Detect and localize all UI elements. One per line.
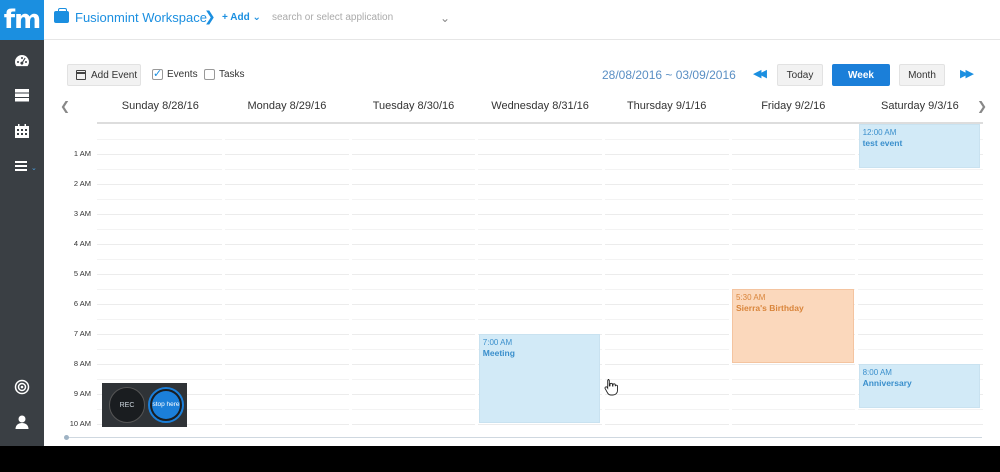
day-column-separator: [222, 124, 226, 440]
recorder-panel: REC stop here: [102, 383, 187, 427]
tasks-checkbox-box[interactable]: [204, 69, 215, 80]
add-button[interactable]: + Add ⌄: [222, 12, 261, 23]
date-range: 28/08/2016 ~ 03/09/2016: [602, 68, 736, 82]
week-view-button[interactable]: Week: [832, 64, 890, 86]
hour-line: [97, 154, 983, 155]
briefcase-icon: [54, 8, 69, 23]
hour-line: [97, 244, 983, 245]
hour-label: 8 AM: [73, 359, 91, 368]
day-header[interactable]: Tuesday 8/30/16: [350, 100, 477, 112]
calendar-icon[interactable]: [0, 116, 44, 146]
hour-label: 4 AM: [73, 239, 91, 248]
events-checkbox-box[interactable]: [152, 67, 163, 80]
calendar-event[interactable]: 5:30 AM Sierra's Birthday: [732, 289, 854, 363]
event-title: test event: [862, 138, 903, 148]
event-time: 7:00 AM: [482, 338, 513, 347]
menu-icon[interactable]: ⌄: [0, 151, 44, 181]
add-event-button[interactable]: Add Event: [67, 64, 141, 86]
half-hour-line: [97, 229, 983, 230]
scroll-left-icon[interactable]: ❮: [60, 99, 70, 113]
calendar-add-icon: [76, 70, 86, 80]
stop-button[interactable]: stop here: [148, 387, 184, 423]
tasks-label: Tasks: [219, 69, 245, 80]
chevron-down-icon: ⌄: [31, 165, 37, 172]
half-hour-line: [97, 139, 983, 140]
tasks-checkbox[interactable]: Tasks: [204, 69, 245, 80]
calendar-content: Add Event Events Tasks 28/08/2016 ~ 03/0…: [44, 40, 1000, 446]
event-time: 5:30 AM: [736, 293, 766, 302]
today-button[interactable]: Today: [777, 64, 823, 86]
day-column-separator: [728, 124, 732, 440]
hour-label: 5 AM: [73, 269, 91, 278]
server-icon[interactable]: [0, 80, 44, 110]
timeline-marker: [64, 435, 69, 440]
chevron-down-icon[interactable]: ⌄: [440, 11, 450, 25]
hour-label: 9 AM: [73, 389, 91, 398]
hour-line: [97, 214, 983, 215]
record-button[interactable]: REC: [109, 387, 145, 423]
hour-line: [97, 424, 983, 425]
hour-label: 1 AM: [73, 149, 91, 158]
application-search-input[interactable]: search or select application: [272, 12, 452, 23]
hour-label: 7 AM: [73, 329, 91, 338]
event-time: 8:00 AM: [862, 368, 892, 377]
hour-label: 3 AM: [73, 209, 91, 218]
chevron-right-icon[interactable]: ❯: [204, 8, 216, 25]
hour-label: 2 AM: [73, 179, 91, 188]
calendar-event[interactable]: 8:00 AM Anniversary: [858, 364, 981, 408]
hand-cursor-icon: [604, 379, 618, 396]
event-title: Meeting: [482, 348, 515, 358]
previous-week-icon[interactable]: ◀◀: [753, 67, 767, 80]
event-title: Sierra's Birthday: [736, 303, 804, 313]
events-label: Events: [167, 69, 198, 80]
events-checkbox[interactable]: Events: [152, 67, 198, 80]
day-header[interactable]: Thursday 9/1/16: [603, 100, 730, 112]
user-icon[interactable]: [0, 407, 44, 437]
workspace-title[interactable]: Fusionmint Workspace: [75, 10, 207, 25]
day-header[interactable]: Friday 9/2/16: [730, 100, 857, 112]
fm-logo[interactable]: fm: [0, 0, 44, 40]
dashboard-icon[interactable]: [0, 46, 44, 76]
hour-label: 6 AM: [73, 299, 91, 308]
day-column-separator: [348, 124, 352, 440]
half-hour-line: [97, 199, 983, 200]
day-header[interactable]: Wednesday 8/31/16: [477, 100, 604, 112]
sidebar: fm ⌄: [0, 0, 44, 446]
event-time: 12:00 AM: [862, 128, 897, 137]
calendar-event[interactable]: 12:00 AM test event: [858, 124, 981, 168]
day-header[interactable]: Monday 8/29/16: [224, 100, 351, 112]
top-bar: Fusionmint Workspace ❯ + Add ⌄ search or…: [44, 0, 1000, 40]
event-title: Anniversary: [862, 378, 912, 388]
timeline-divider: [66, 437, 982, 438]
hour-line: [97, 274, 983, 275]
half-hour-line: [97, 169, 983, 170]
target-icon[interactable]: [0, 372, 44, 402]
stop-label: stop here: [152, 391, 180, 419]
calendar-event[interactable]: 7:00 AM Meeting: [478, 334, 601, 423]
add-event-label: Add Event: [91, 69, 138, 81]
day-header[interactable]: Saturday 9/3/16: [857, 100, 984, 112]
month-view-button[interactable]: Month: [899, 64, 945, 86]
day-header[interactable]: Sunday 8/28/16: [97, 100, 224, 112]
next-week-icon[interactable]: ▶▶: [960, 67, 974, 80]
hour-line: [97, 184, 983, 185]
hour-label: 10 AM: [69, 419, 91, 428]
half-hour-line: [97, 259, 983, 260]
